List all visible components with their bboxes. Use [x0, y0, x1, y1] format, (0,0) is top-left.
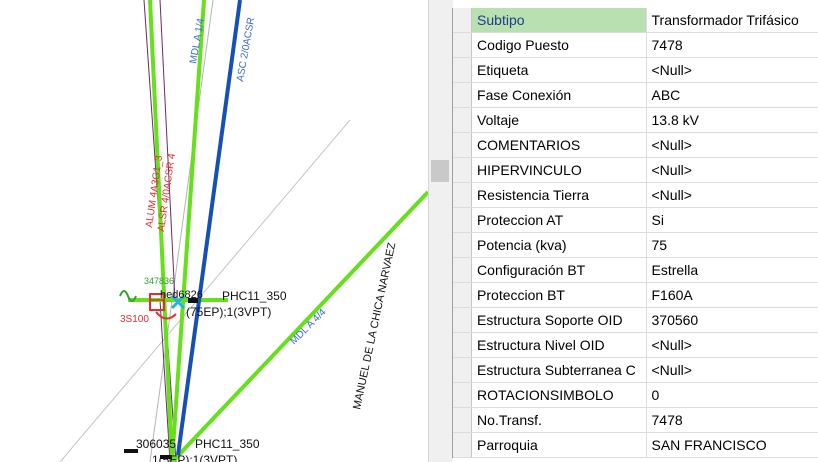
attribute-name: Proteccion BT	[471, 282, 647, 308]
attribute-name: Parroquia	[471, 432, 647, 458]
row-header[interactable]	[453, 332, 473, 358]
row-header[interactable]	[453, 257, 473, 283]
row-header[interactable]	[453, 107, 473, 133]
attribute-value[interactable]: 7478	[646, 407, 818, 433]
attribute-row[interactable]: Potencia (kva) 75	[453, 232, 818, 258]
row-header[interactable]	[453, 132, 473, 158]
attribute-row[interactable]: COMENTARIOS <Null>	[453, 132, 818, 158]
row-header[interactable]	[453, 357, 473, 383]
map-canvas[interactable]: MDL A 1/4 ASC 2/0ACSR ALUM 4A3G1_3 ALSR …	[0, 0, 428, 462]
attribute-row[interactable]: No.Transf. 7478	[453, 407, 818, 433]
node-bottom-code: PHC11_350	[195, 437, 260, 451]
attribute-row[interactable]: Voltaje 13.8 kV	[453, 107, 818, 133]
row-header[interactable]	[453, 182, 473, 208]
node-left-label: 3S100	[120, 314, 149, 325]
attribute-name: Estructura Soporte OID	[471, 307, 647, 333]
attribute-value[interactable]: <Null>	[646, 57, 818, 83]
attribute-row[interactable]: Parroquia SAN FRANCISCO	[453, 432, 818, 458]
attribute-name: Estructura Nivel OID	[471, 332, 647, 358]
attribute-value[interactable]: 75	[646, 232, 818, 258]
attribute-row[interactable]: Proteccion AT Si	[453, 207, 818, 233]
node-top-name: hed6826	[160, 289, 203, 301]
attribute-row[interactable]: Codigo Puesto 7478	[453, 32, 818, 58]
attribute-row[interactable]: Configuración BT Estrella	[453, 257, 818, 283]
attribute-name: Resistencia Tierra	[471, 182, 647, 208]
attribute-row[interactable]: Estructura Soporte OID 370560	[453, 307, 818, 333]
parcel-boundary-line	[59, 119, 351, 462]
row-header[interactable]	[453, 432, 473, 458]
node-top-id: 347836	[144, 276, 174, 286]
attribute-value[interactable]: <Null>	[646, 182, 818, 208]
attribute-name: Voltaje	[471, 107, 647, 133]
row-header[interactable]	[453, 32, 473, 58]
attribute-name: COMENTARIOS	[471, 132, 647, 158]
attribute-row[interactable]: Proteccion BT F160A	[453, 282, 818, 308]
attribute-name: Codigo Puesto	[471, 32, 647, 58]
attribute-name: Fase Conexión	[471, 82, 647, 108]
attribute-row[interactable]: Estructura Subterranea C <Null>	[453, 357, 818, 383]
attribute-name: Etiqueta	[471, 57, 647, 83]
attribute-value[interactable]: <Null>	[646, 157, 818, 183]
attribute-name: HIPERVINCULO	[471, 157, 647, 183]
attribute-value[interactable]: 7478	[646, 32, 818, 58]
attribute-value[interactable]: Estrella	[646, 257, 818, 283]
map-view[interactable]: MDL A 1/4 ASC 2/0ACSR ALUM 4A3G1_3 ALSR …	[0, 0, 428, 462]
attribute-name: Subtipo	[471, 8, 647, 33]
attribute-name: Proteccion AT	[471, 207, 647, 233]
attribute-name: Estructura Subterranea C	[471, 357, 647, 383]
attribute-row[interactable]: Resistencia Tierra <Null>	[453, 182, 818, 208]
row-header[interactable]	[453, 57, 473, 83]
attribute-value[interactable]: SAN FRANCISCO	[646, 432, 818, 458]
row-header[interactable]	[453, 407, 473, 433]
blue-line-label: ASC 2/0ACSR	[235, 17, 257, 83]
attribute-value[interactable]: 13.8 kV	[646, 107, 818, 133]
attribute-name: Configuración BT	[471, 257, 647, 283]
attribute-value[interactable]: <Null>	[646, 357, 818, 383]
attribute-value[interactable]: <Null>	[646, 132, 818, 158]
row-header[interactable]	[453, 232, 473, 258]
node-top-code: PHC11_350	[222, 289, 287, 303]
row-header[interactable]	[453, 307, 473, 333]
attribute-name: No.Transf.	[471, 407, 647, 433]
attribute-value[interactable]: ABC	[646, 82, 818, 108]
attribute-row[interactable]: Fase Conexión ABC	[453, 82, 818, 108]
row-header[interactable]	[453, 157, 473, 183]
attribute-row[interactable]: ROTACIONSIMBOLO 0	[453, 382, 818, 408]
attribute-value[interactable]: F160A	[646, 282, 818, 308]
splitter-thumb[interactable]	[431, 160, 449, 182]
attribute-value[interactable]: Transformador Trifásico	[646, 8, 818, 33]
attribute-name: ROTACIONSIMBOLO	[471, 382, 647, 408]
node-bottom-desc: 1(5EP);1(3VPT)	[152, 453, 237, 462]
attribute-row[interactable]: Etiqueta <Null>	[453, 57, 818, 83]
green-line-label: MDL A 4/4	[288, 307, 328, 347]
row-header[interactable]	[453, 82, 473, 108]
node-top-desc: (75EP);1(3VPT)	[186, 305, 271, 319]
attribute-row[interactable]: Estructura Nivel OID <Null>	[453, 332, 818, 358]
row-header[interactable]	[453, 8, 473, 33]
attributes-grid[interactable]: Subtipo Transformador Trifásico Codigo Pue…	[452, 8, 818, 458]
node-bottom-id: 306035	[136, 437, 176, 451]
panel-splitter[interactable]	[428, 0, 453, 462]
attribute-value[interactable]: 0	[646, 382, 818, 408]
attribute-value[interactable]: <Null>	[646, 332, 818, 358]
attribute-value[interactable]: 370560	[646, 307, 818, 333]
attribute-value[interactable]: Si	[646, 207, 818, 233]
attribute-row[interactable]: HIPERVINCULO <Null>	[453, 157, 818, 183]
row-header[interactable]	[453, 382, 473, 408]
row-header[interactable]	[453, 282, 473, 308]
attributes-table: Subtipo Transformador Trifásico Codigo Pue…	[453, 8, 818, 458]
attribute-name: Potencia (kva)	[471, 232, 647, 258]
top-line-label: MDL A 1/4	[188, 17, 207, 64]
row-header[interactable]	[453, 207, 473, 233]
attribute-row[interactable]: Subtipo Transformador Trifásico	[453, 8, 818, 33]
